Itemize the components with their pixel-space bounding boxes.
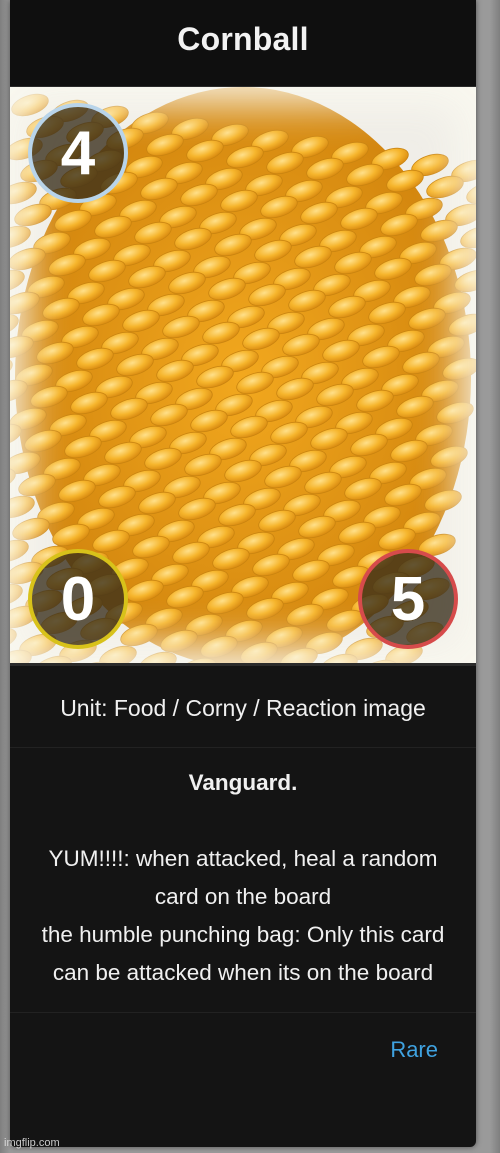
corn-kernel <box>466 181 476 205</box>
corn-kernel <box>460 225 476 249</box>
corn-kernel <box>10 627 17 651</box>
card-art: 4 0 5 <box>10 87 476 666</box>
rarity-label: Rare <box>390 1037 438 1062</box>
card[interactable]: Cornball 4 0 5 Unit: Food / Corny / Reac… <box>10 0 476 1147</box>
keyword-vanguard: Vanguard. <box>188 770 298 795</box>
card-type-line: Unit: Food / Corny / Reaction image <box>10 666 476 748</box>
corn-kernel <box>10 539 29 563</box>
corn-kernel <box>10 269 25 293</box>
cost-badge: 4 <box>28 103 128 203</box>
corn-kernel <box>10 583 23 607</box>
card-footer: Rare <box>10 1013 476 1083</box>
corn-kernel <box>10 181 37 205</box>
attack-value: 0 <box>60 564 96 634</box>
health-value: 5 <box>390 564 426 634</box>
attack-badge: 0 <box>28 549 128 649</box>
ability-punching-bag: the humble punching bag: Only this card … <box>41 922 445 985</box>
corn-kernel <box>10 495 35 519</box>
page: Cornball 4 0 5 Unit: Food / Corny / Reac… <box>0 0 500 1153</box>
corn-kernel <box>10 357 13 381</box>
rules-spacer <box>38 802 448 840</box>
card-header: Cornball <box>10 0 476 87</box>
imgflip-watermark: imgflip.com <box>4 1137 60 1149</box>
corn-kernel <box>10 225 31 249</box>
card-title: Cornball <box>177 20 309 57</box>
ability-yum: YUM!!!!: when attacked, heal a random ca… <box>48 846 438 909</box>
cost-value: 4 <box>60 118 96 188</box>
card-rules-text: Vanguard. YUM!!!!: when attacked, heal a… <box>10 748 476 1013</box>
health-badge: 5 <box>358 549 458 649</box>
